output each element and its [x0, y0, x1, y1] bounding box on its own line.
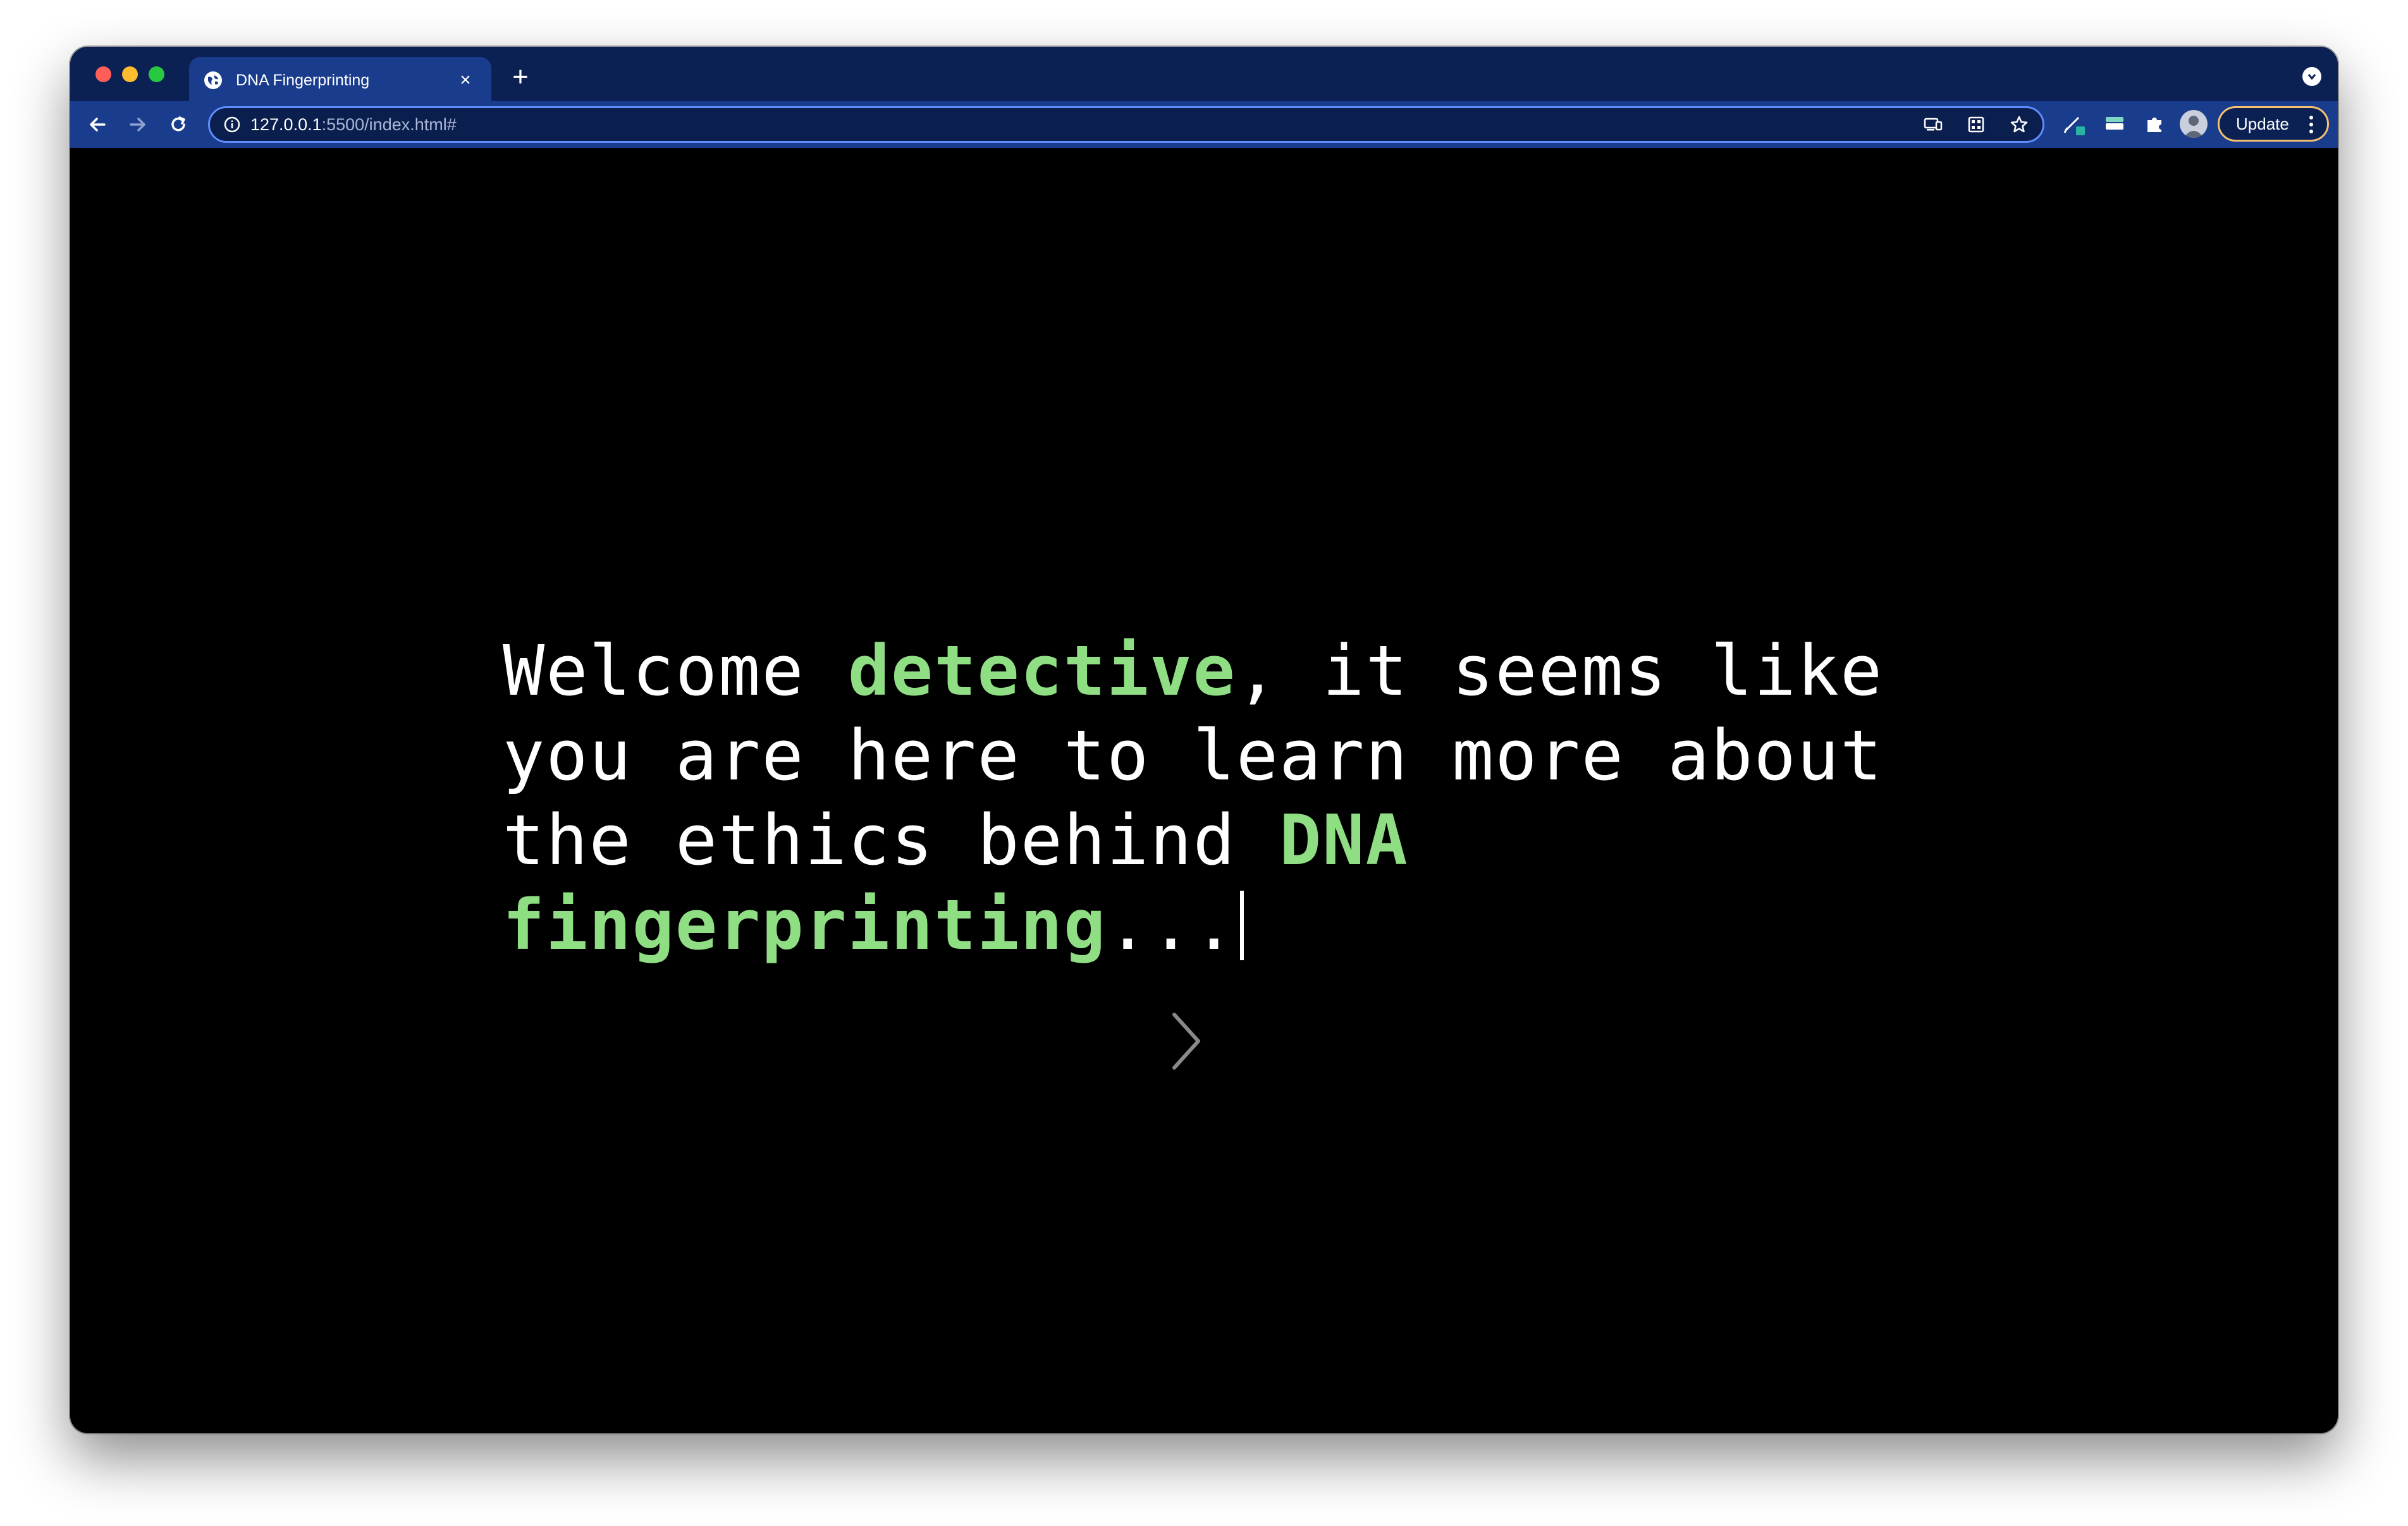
- url-host: 127.0.0.1: [250, 114, 322, 134]
- forward-arrow-icon[interactable]: [122, 109, 154, 140]
- puzzle-icon[interactable]: [2142, 111, 2167, 137]
- back-arrow-icon[interactable]: [82, 109, 113, 140]
- card-extension-icon[interactable]: [2103, 111, 2128, 137]
- minimize-window-button[interactable]: [122, 66, 138, 82]
- info-icon[interactable]: [223, 115, 242, 134]
- tab-search-icon[interactable]: [2302, 67, 2321, 86]
- close-icon[interactable]: ×: [455, 70, 476, 91]
- maximize-window-button[interactable]: [149, 66, 164, 82]
- address-bar-actions: [1924, 108, 2029, 141]
- typing-cursor: [1239, 891, 1244, 960]
- browser-window: DNA Fingerprinting × + 127.0.0.1:5500/in…: [70, 47, 2338, 1433]
- update-button[interactable]: Update: [2218, 106, 2329, 142]
- highlight-detective: detective: [847, 630, 1236, 711]
- profile-avatar[interactable]: [2180, 110, 2208, 138]
- pen-extension-icon[interactable]: [2062, 111, 2087, 137]
- message-text: Welcome: [503, 630, 848, 711]
- toolbar: 127.0.0.1:5500/index.html# Update: [70, 101, 2338, 148]
- plus-icon[interactable]: +: [507, 63, 534, 91]
- close-window-button[interactable]: [95, 66, 111, 82]
- message-text: ...: [1107, 884, 1236, 965]
- update-label: Update: [2236, 114, 2289, 133]
- chevron-right-icon[interactable]: [1162, 1006, 1210, 1076]
- cast-icon[interactable]: [1924, 115, 1943, 134]
- more-vert-icon[interactable]: [2309, 116, 2313, 137]
- page-content: Welcome detective, it seems like you are…: [70, 148, 2338, 1433]
- tab-strip: DNA Fingerprinting × +: [70, 47, 2338, 104]
- address-bar[interactable]: 127.0.0.1:5500/index.html#: [208, 106, 2044, 143]
- url-text[interactable]: 127.0.0.1:5500/index.html#: [250, 115, 457, 135]
- tab-dna-fingerprinting[interactable]: DNA Fingerprinting ×: [189, 57, 491, 104]
- tab-title: DNA Fingerprinting: [236, 71, 370, 89]
- qr-code-icon[interactable]: [1967, 115, 1986, 134]
- url-path: :5500/index.html#: [321, 114, 457, 134]
- star-icon[interactable]: [2010, 115, 2029, 134]
- welcome-message: Welcome detective, it seems like you are…: [503, 628, 1957, 967]
- reload-icon[interactable]: [163, 109, 194, 140]
- browser-chrome: DNA Fingerprinting × + 127.0.0.1:5500/in…: [70, 47, 2338, 148]
- globe-icon: [204, 71, 222, 89]
